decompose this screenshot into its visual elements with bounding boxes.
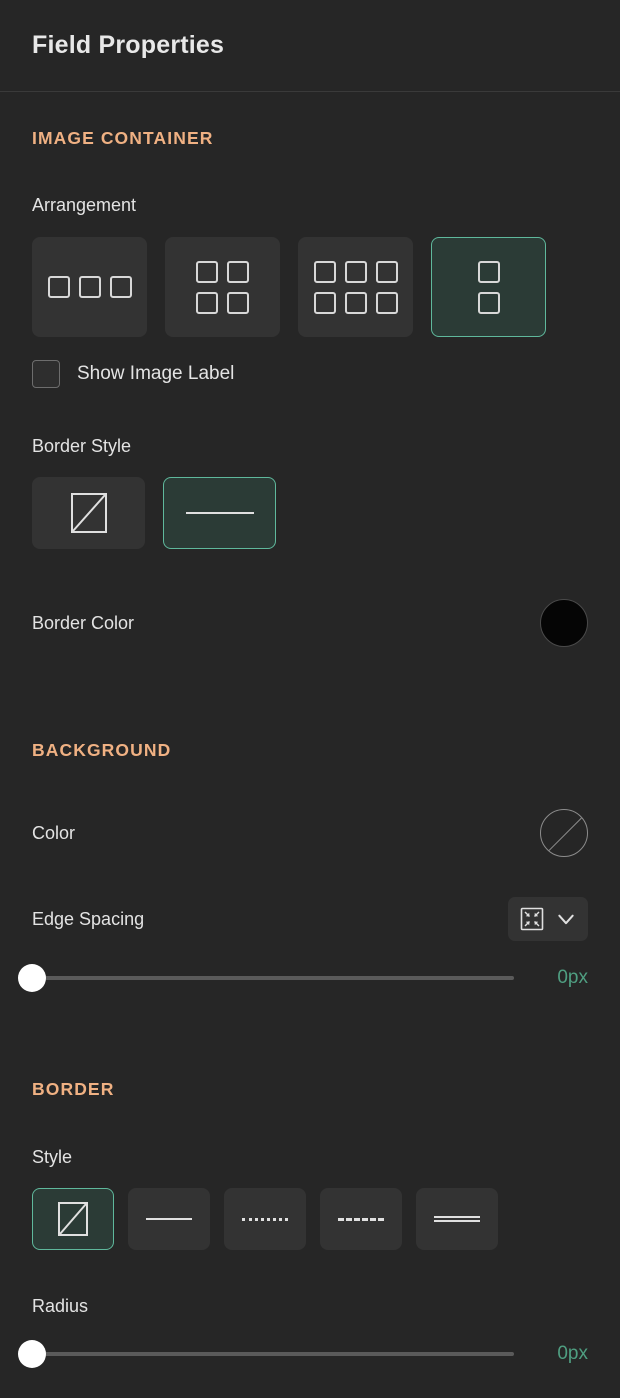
- arrangement-options: [32, 237, 588, 337]
- arrangement-option-row-of-three[interactable]: [32, 237, 147, 337]
- chevron-down-icon: [558, 914, 574, 925]
- arrangement-option-column-of-two[interactable]: [431, 237, 546, 337]
- arrangement-option-grid-three-by-two[interactable]: [298, 237, 413, 337]
- panel-body: IMAGE CONTAINER Arrangement Show Image L…: [0, 92, 620, 1368]
- radius-slider[interactable]: [18, 1340, 514, 1368]
- grid-1x3-icon: [47, 276, 132, 298]
- border-style-label: Border Style: [32, 436, 132, 456]
- grid-2x2-icon: [196, 260, 249, 314]
- border-color-label: Border Color: [32, 612, 135, 633]
- page-title: Field Properties: [32, 31, 225, 59]
- grid-2x1-icon: [477, 260, 500, 314]
- radius-slider-thumb[interactable]: [18, 1340, 46, 1368]
- section-heading-image-container: IMAGE CONTAINER: [32, 128, 214, 148]
- edge-spacing-row: Edge Spacing: [32, 897, 588, 941]
- edge-spacing-slider[interactable]: [18, 964, 514, 992]
- border-style-section-label: Style: [32, 1147, 73, 1167]
- dashed-line-icon: [338, 1217, 384, 1221]
- solid-line-icon: [185, 512, 254, 514]
- background-color-label: Color: [32, 822, 76, 843]
- grid-3x2-icon: [313, 260, 398, 314]
- border-style-options: [32, 1188, 588, 1250]
- border-style-option-solid[interactable]: [128, 1188, 210, 1250]
- show-image-label-row[interactable]: Show Image Label: [32, 360, 588, 388]
- border-style-option-dotted[interactable]: [224, 1188, 306, 1250]
- show-image-label-checkbox[interactable]: [32, 360, 60, 388]
- arrangement-option-grid-two-by-two[interactable]: [165, 237, 280, 337]
- radius-value: 0px: [557, 1343, 588, 1364]
- solid-line-icon: [146, 1218, 192, 1220]
- section-heading-background: BACKGROUND: [32, 740, 172, 760]
- edge-spacing-label: Edge Spacing: [32, 908, 145, 929]
- radius-label: Radius: [32, 1296, 89, 1316]
- field-properties-panel: Field Properties IMAGE CONTAINER Arrange…: [0, 0, 620, 1398]
- border-style-option-none[interactable]: [32, 1188, 114, 1250]
- edge-spacing-slider-track: [32, 976, 514, 980]
- background-color-swatch[interactable]: [540, 809, 588, 857]
- double-line-icon: [434, 1216, 480, 1222]
- edge-spacing-slider-row: 0px: [18, 964, 588, 992]
- arrangement-label: Arrangement: [32, 195, 137, 215]
- border-style-option-double[interactable]: [416, 1188, 498, 1250]
- no-border-icon: [58, 1202, 88, 1236]
- edge-spacing-slider-thumb[interactable]: [18, 964, 46, 992]
- dotted-line-icon: [242, 1217, 288, 1221]
- inset-arrows-icon: [520, 907, 544, 931]
- background-color-row: Color: [32, 809, 588, 857]
- border-style-option-dashed[interactable]: [320, 1188, 402, 1250]
- border-color-swatch[interactable]: [540, 599, 588, 647]
- show-image-label-text: Show Image Label: [77, 363, 235, 384]
- container-border-style-options: [32, 477, 588, 549]
- radius-slider-row: 0px: [18, 1340, 588, 1368]
- panel-header: Field Properties: [0, 0, 620, 92]
- container-border-style-option-solid[interactable]: [163, 477, 276, 549]
- container-border-style-option-none[interactable]: [32, 477, 145, 549]
- radius-slider-track: [32, 1352, 514, 1356]
- section-heading-border: BORDER: [32, 1079, 115, 1099]
- edge-spacing-value: 0px: [557, 967, 588, 988]
- edge-spacing-dropdown[interactable]: [508, 897, 588, 941]
- border-color-row: Border Color: [32, 599, 588, 647]
- no-border-icon: [70, 493, 107, 533]
